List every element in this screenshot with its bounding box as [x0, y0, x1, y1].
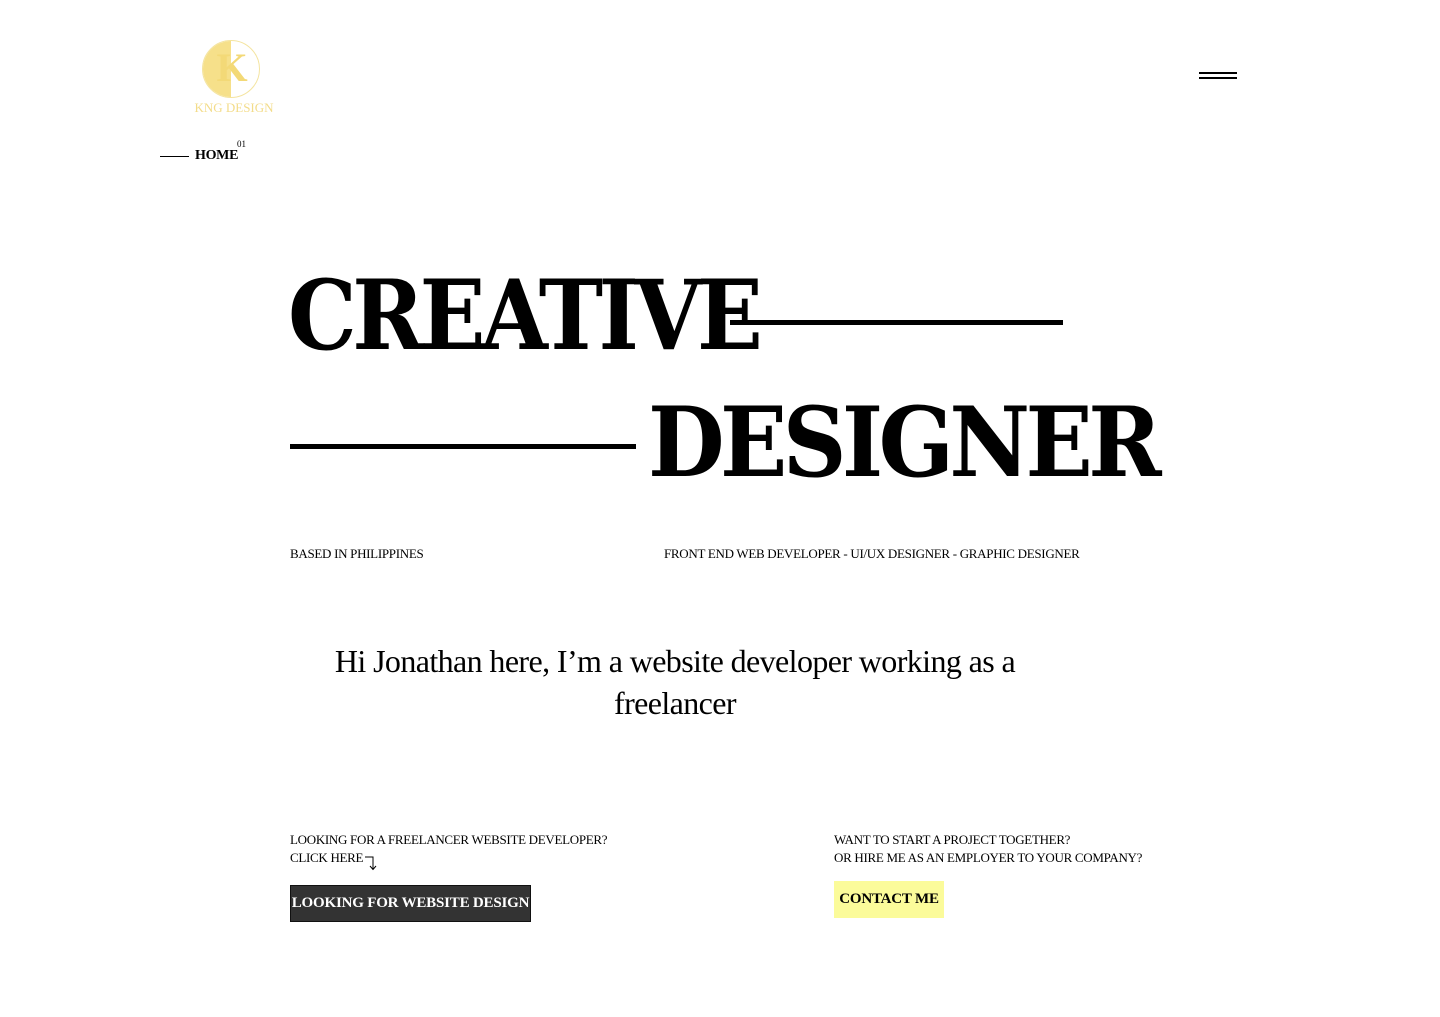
hero-title-creative: CREATIVE	[288, 259, 763, 372]
nav-divider	[160, 156, 189, 157]
hero-title-designer: DESIGNER	[648, 386, 1162, 499]
hire-prompt-line1: WANT TO START A PROJECT TOGETHER?	[834, 832, 1071, 847]
website-design-button[interactable]: LOOKING FOR WEBSITE DESIGN	[290, 885, 531, 922]
hire-prompt: WANT TO START A PROJECT TOGETHER? OR HIR…	[834, 831, 1142, 867]
logo[interactable]: K KNG DESIGN	[194, 38, 274, 120]
location-text: BASED IN PHILIPPINES	[290, 546, 424, 561]
freelancer-prompt-line2: CLICK HERE	[290, 850, 364, 865]
nav-number: 01	[237, 139, 246, 149]
arrow-turn-down-icon	[365, 856, 377, 871]
roles-text: FRONT END WEB DEVELOPER - UI/UX DESIGNER…	[664, 546, 1080, 561]
freelancer-prompt: LOOKING FOR A FREELANCER WEBSITE DEVELOP…	[290, 831, 608, 867]
hamburger-icon[interactable]	[1199, 70, 1237, 86]
hire-prompt-line2: OR HIRE ME AS AN EMPLOYER TO YOUR COMPAN…	[834, 850, 1143, 865]
freelancer-prompt-line1: LOOKING FOR A FREELANCER WEBSITE DEVELOP…	[290, 832, 608, 847]
nav-home-link[interactable]: HOME	[195, 148, 238, 164]
logo-monogram: K	[216, 45, 248, 90]
hero-rule-bottom	[290, 444, 636, 449]
contact-me-button[interactable]: CONTACT ME	[834, 881, 944, 918]
logo-text: KNG DESIGN	[194, 100, 274, 115]
intro-text: Hi Jonathan here, I’m a website develope…	[334, 643, 1016, 721]
hero-rule-top	[730, 320, 1063, 325]
